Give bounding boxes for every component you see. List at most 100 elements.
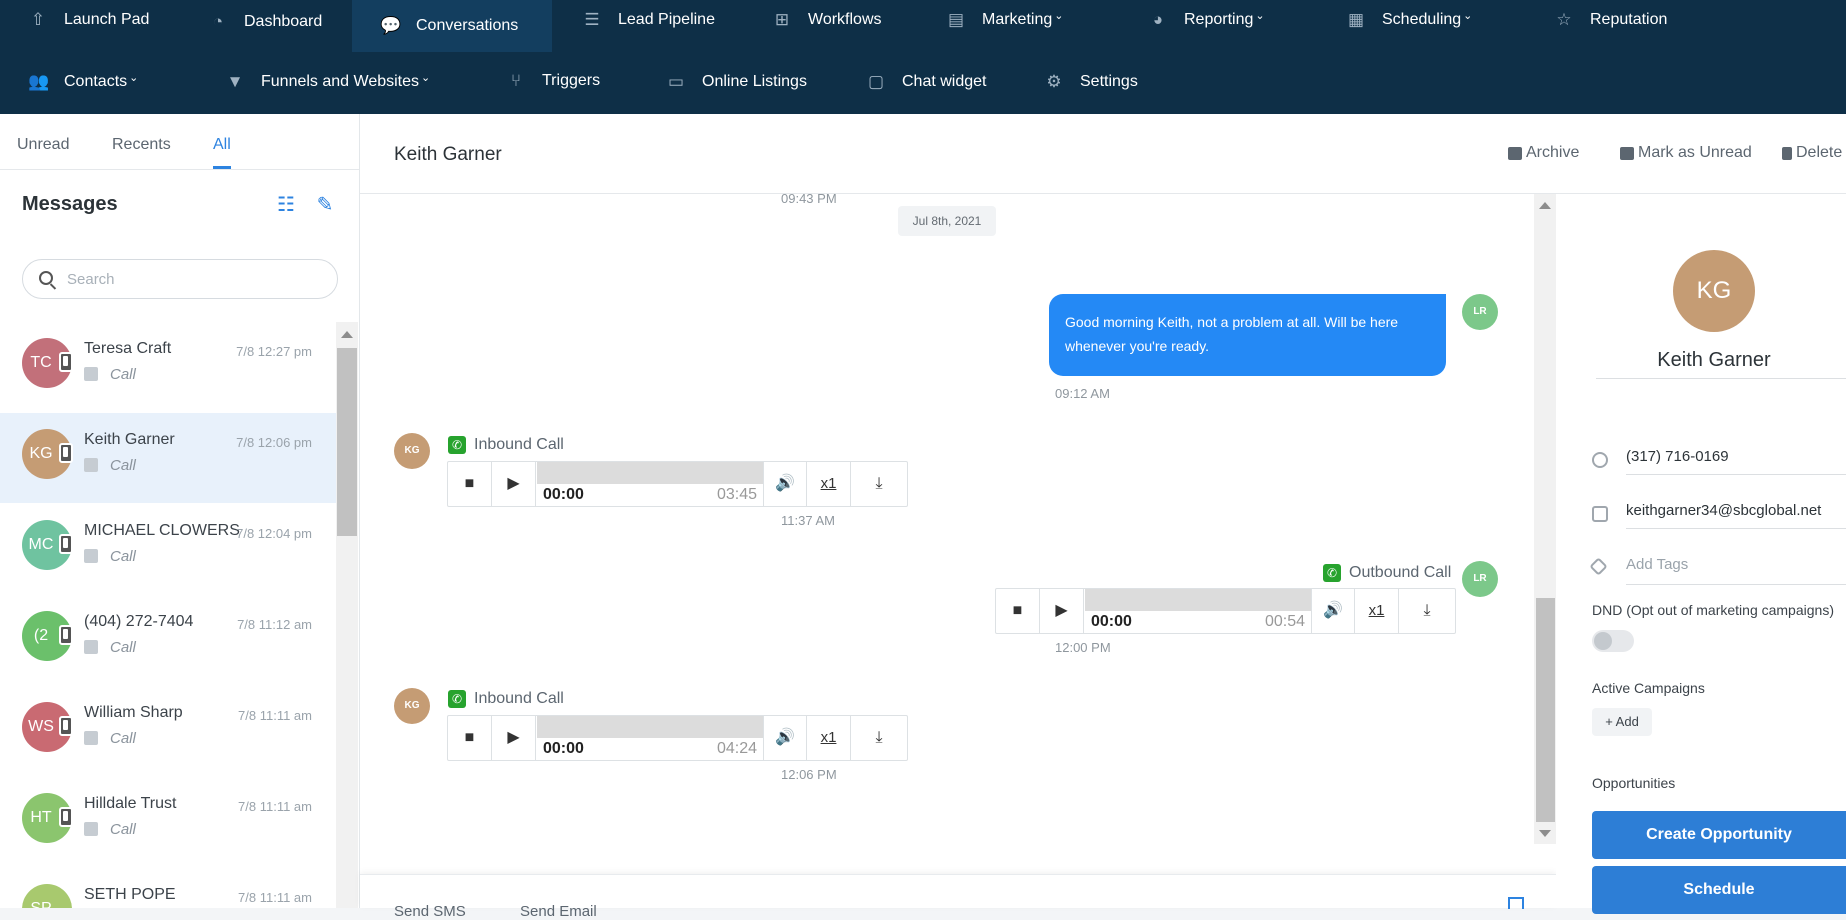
volume-icon[interactable]: 🔊 (763, 462, 807, 506)
stop-button[interactable]: ■ (448, 716, 492, 760)
dnd-toggle[interactable] (1592, 630, 1634, 652)
contact-avatar: KG (394, 433, 430, 469)
mark-unread-button[interactable]: Mark as Unread (1620, 144, 1752, 162)
volume-icon[interactable]: 🔊 (1311, 589, 1355, 633)
message-time: 11:37 AM (781, 513, 835, 528)
timestamp: 7/8 12:27 pm (236, 344, 312, 359)
comment-icon: ▢ (867, 72, 885, 91)
pie-chart-icon: ◕ (1152, 10, 1164, 29)
search-input[interactable] (67, 268, 317, 290)
type-label: Call (110, 457, 136, 474)
stop-button[interactable]: ■ (448, 462, 492, 506)
create-opportunity-button[interactable]: Create Opportunity (1592, 811, 1846, 859)
nav-marketing[interactable]: ▤ Marketing ⌄ (946, 0, 1064, 40)
agent-avatar: LR (1462, 294, 1498, 330)
nav-scheduling[interactable]: ▦ Scheduling ⌄ (1346, 0, 1472, 40)
conversation-title: Keith Garner (394, 144, 502, 165)
stop-button[interactable]: ■ (996, 589, 1040, 633)
progress-bar[interactable]: 00:00 03:45 (537, 462, 763, 506)
volume-icon[interactable]: 🔊 (763, 716, 807, 760)
add-tags-input[interactable]: Add Tags (1626, 556, 1688, 573)
nav-label: Reputation (1590, 11, 1668, 28)
download-icon[interactable]: ⤓ (851, 462, 907, 506)
conversation-item[interactable]: SP SETH POPE 7/8 11:11 am (0, 868, 336, 908)
nav-triggers[interactable]: ⑂ Triggers (506, 61, 600, 101)
download-icon[interactable]: ⤓ (851, 716, 907, 760)
scroll-down-icon[interactable] (1539, 830, 1551, 837)
tab-recents[interactable]: Recents (112, 136, 171, 154)
nav-reputation[interactable]: ☆ Reputation (1554, 0, 1667, 40)
nav-dashboard[interactable]: ◔ Dashboard (208, 2, 322, 42)
conversation-item[interactable]: WS William Sharp 7/8 11:11 am Call (0, 686, 336, 776)
conversation-item-selected[interactable]: KG Keith Garner 7/8 12:06 pm Call (0, 413, 336, 503)
nav-label: Workflows (808, 11, 882, 28)
messages-title: Messages (22, 193, 118, 215)
outgoing-message: Good morning Keith, not a problem at all… (1049, 294, 1446, 376)
contact-name: (404) 272-7404 (84, 613, 194, 630)
expand-icon[interactable] (1508, 897, 1524, 909)
conversation-item[interactable]: MC MICHAEL CLOWERS 7/8 12:04 pm Call (0, 504, 336, 594)
email-field[interactable]: keithgarner34@sbcglobal.net (1626, 502, 1821, 519)
playback-rate-button[interactable]: x1 (1355, 589, 1399, 633)
contact-details-panel: KG Keith Garner (317) 716-0169 keithgarn… (1556, 194, 1846, 914)
delete-button[interactable]: Delete (1782, 144, 1842, 162)
add-campaign-button[interactable]: + Add (1592, 708, 1652, 736)
contact-avatar-large: KG (1673, 250, 1755, 332)
last-message-type: Call (84, 639, 136, 656)
type-label: Call (110, 821, 136, 838)
divider (1626, 584, 1846, 585)
compose-icon[interactable]: ✎ (314, 194, 336, 216)
list-scroll-thumb[interactable] (337, 348, 357, 536)
nav-lead-pipeline[interactable]: ☰ Lead Pipeline (582, 0, 715, 40)
progress-track[interactable] (537, 462, 763, 484)
tab-unread[interactable]: Unread (17, 136, 69, 154)
playback-rate-button[interactable]: x1 (807, 716, 851, 760)
play-button[interactable]: ▶ (1040, 589, 1084, 633)
nav-workflows[interactable]: ⊞ Workflows (772, 0, 882, 40)
progress-bar[interactable]: 00:00 04:24 (537, 716, 763, 760)
conversation-item[interactable]: (2 (404) 272-7404 7/8 11:12 am Call (0, 595, 336, 685)
thread-scroll-thumb[interactable] (1536, 598, 1555, 822)
filter-sliders-icon[interactable]: ☷ (275, 194, 297, 216)
nav-conversations[interactable]: 💬 Conversations (352, 0, 552, 52)
nav-online-listings[interactable]: ▭ Online Listings (666, 62, 807, 102)
tab-send-email[interactable]: Send Email (520, 903, 597, 920)
nav-chat-widget[interactable]: ▢ Chat widget (866, 62, 987, 102)
audio-player: ■ ▶ 00:00 03:45 🔊 x1 ⤓ (447, 461, 908, 507)
playback-rate-button[interactable]: x1 (807, 462, 851, 506)
schedule-button[interactable]: Schedule (1592, 866, 1846, 914)
progress-track[interactable] (537, 716, 763, 738)
conversation-item[interactable]: TC Teresa Craft 7/8 12:27 pm Call (0, 322, 336, 412)
play-button[interactable]: ▶ (492, 462, 536, 506)
timestamp: 7/8 11:12 am (237, 617, 312, 632)
nav-launch-pad[interactable]: ⇧ Launch Pad (28, 0, 150, 40)
download-icon[interactable]: ⤓ (1399, 589, 1455, 633)
nav-funnels-websites[interactable]: ▼ Funnels and Websites ⌄ (225, 62, 431, 102)
tab-all[interactable]: All (213, 136, 231, 154)
play-button[interactable]: ▶ (492, 716, 536, 760)
conversation-list: TC Teresa Craft 7/8 12:27 pm Call KG Kei… (0, 322, 336, 908)
timestamp: 7/8 11:11 am (238, 799, 312, 814)
filter-icon: ▼ (226, 72, 244, 91)
nav-reporting[interactable]: ◕ Reporting ⌄ (1148, 0, 1265, 40)
conversation-header: Keith Garner Archive Mark as Unread Dele… (360, 114, 1846, 194)
current-time: 00:00 (543, 740, 584, 757)
opportunities-label: Opportunities (1592, 775, 1676, 791)
phone-field[interactable]: (317) 716-0169 (1626, 448, 1729, 465)
nav-contacts[interactable]: 👥 Contacts ⌄ (28, 62, 138, 102)
chevron-down-icon: ⌄ (1255, 9, 1265, 22)
call-type: Inbound Call (474, 436, 564, 453)
archive-button[interactable]: Archive (1508, 144, 1579, 162)
nav-label: Settings (1080, 73, 1138, 90)
nav-settings[interactable]: ⚙ Settings (1044, 62, 1138, 102)
progress-track[interactable] (1085, 589, 1311, 611)
tab-send-sms[interactable]: Send SMS (394, 903, 466, 920)
scroll-up-icon[interactable] (1539, 202, 1551, 209)
progress-bar[interactable]: 00:00 00:54 (1085, 589, 1311, 633)
call-label: ✆ Inbound Call (448, 436, 564, 454)
audio-player: ■ ▶ 00:00 04:24 🔊 x1 ⤓ (447, 715, 908, 761)
scroll-up-icon[interactable] (341, 331, 353, 338)
avatar: SP (22, 884, 72, 908)
archive-label: Archive (1526, 144, 1580, 161)
conversation-item[interactable]: HT Hilldale Trust 7/8 11:11 am Call (0, 777, 336, 867)
